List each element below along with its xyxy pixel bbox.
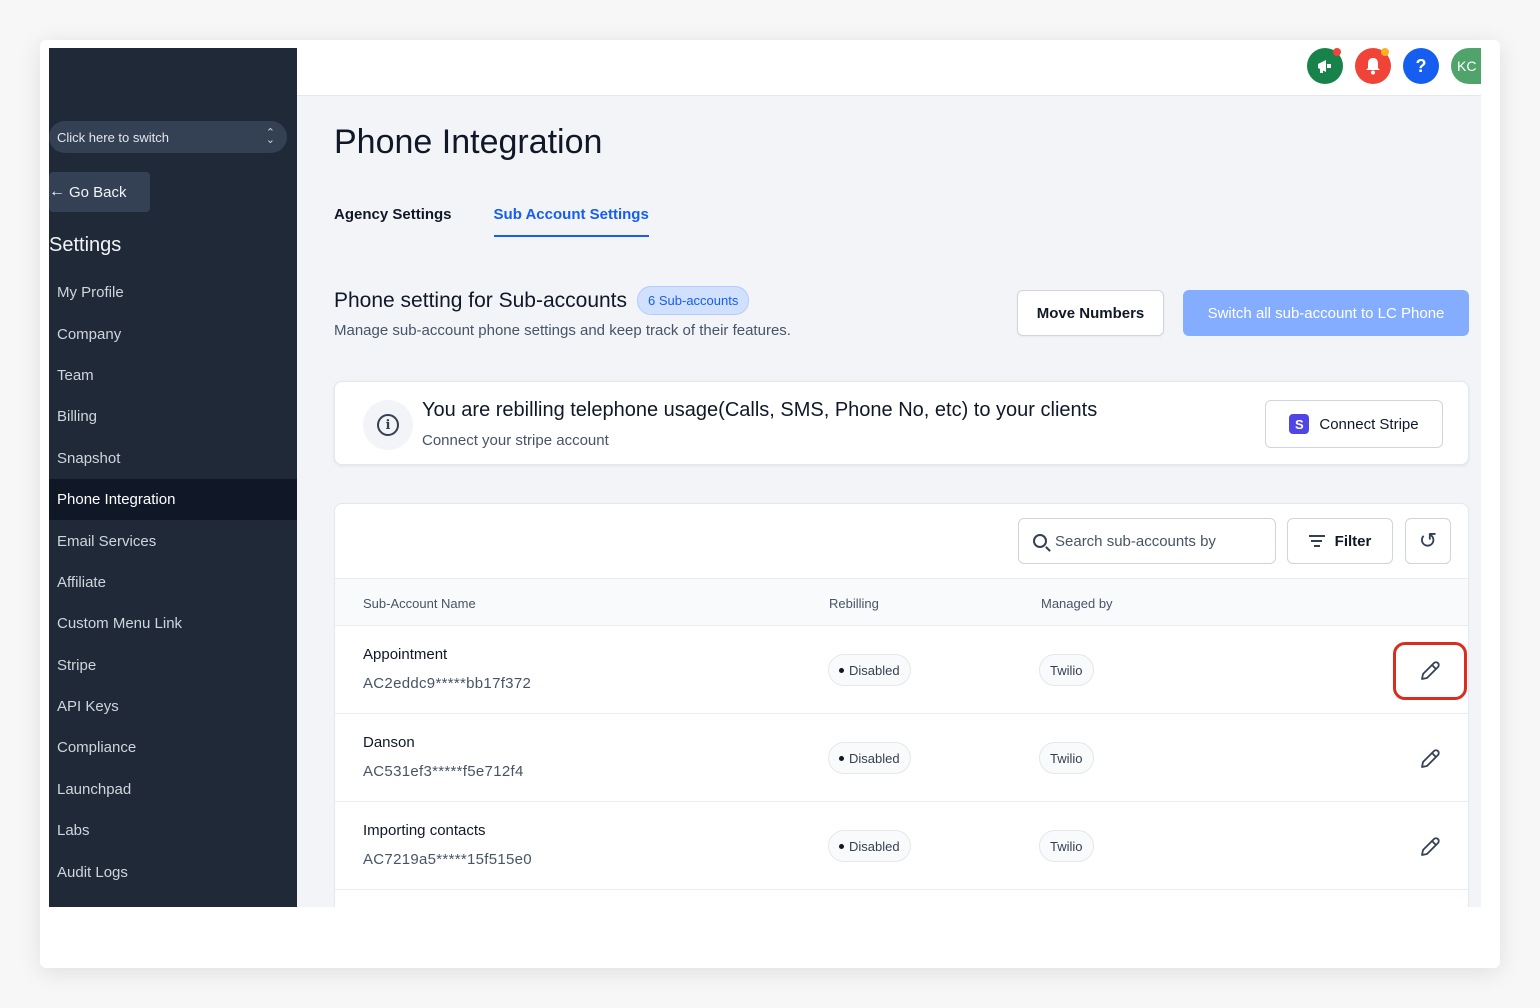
search-icon (1033, 534, 1047, 548)
pencil-icon (1421, 749, 1440, 768)
rebilling-status-badge: Disabled (828, 654, 911, 686)
table-row: Importing contacts AC7219a5*****15f515e0… (335, 802, 1468, 890)
tab-sub-account-settings[interactable]: Sub Account Settings (493, 206, 649, 237)
filter-button[interactable]: Filter (1287, 518, 1393, 564)
managed-by-badge: Twilio (1039, 830, 1094, 862)
bell-icon[interactable] (1355, 48, 1391, 84)
sidebar-item-email-services[interactable]: Email Services (49, 520, 297, 561)
arrow-left-icon: ← (49, 183, 65, 200)
go-back-button[interactable]: ← Go Back (49, 172, 150, 212)
go-back-label: Go Back (69, 183, 127, 201)
move-numbers-button[interactable]: Move Numbers (1017, 290, 1164, 336)
sidebar-item-phone-integration[interactable]: Phone Integration (49, 478, 297, 521)
chevron-up-down-icon: ⌃ ⌄ (265, 127, 275, 146)
rebilling-alert: i You are rebilling telephone usage(Call… (334, 381, 1469, 465)
sidebar-item-my-profile[interactable]: My Profile (49, 272, 297, 313)
sidebar-item-custom-menu-link[interactable]: Custom Menu Link (49, 603, 297, 644)
connect-stripe-button[interactable]: S Connect Stripe (1265, 400, 1443, 448)
topbar: ? KC (297, 48, 1481, 96)
app: Click here to switch ⌃ ⌄ ← Go Back Settin… (49, 48, 1481, 907)
rebilling-status-badge: Disabled (828, 830, 911, 862)
sidebar-item-snapshot[interactable]: Snapshot (49, 438, 297, 479)
account-switcher-label: Click here to switch (57, 129, 169, 145)
topbar-actions: ? KC (1307, 48, 1481, 84)
megaphone-icon[interactable] (1307, 48, 1343, 84)
alert-subtitle: Connect your stripe account (422, 432, 609, 449)
sub-accounts-table: Search sub-accounts by Filter ↺ Sub-Acco… (334, 503, 1469, 907)
column-header-name: Sub-Account Name (363, 596, 476, 611)
filter-icon (1308, 535, 1325, 547)
edit-button[interactable] (1393, 730, 1467, 788)
sidebar-item-company[interactable]: Company (49, 313, 297, 354)
pencil-icon (1421, 661, 1440, 680)
section-header: Phone setting for Sub-accounts 6 Sub-acc… (334, 286, 750, 315)
table-row: Danson AC531ef3*****f5e712f4 Disabled Tw… (335, 714, 1468, 802)
search-placeholder: Search sub-accounts by (1055, 532, 1216, 550)
rebilling-status-badge: Disabled (828, 742, 911, 774)
managed-by-badge: Twilio (1039, 742, 1094, 774)
sidebar-item-compliance[interactable]: Compliance (49, 727, 297, 768)
sidebar-item-affiliate[interactable]: Affiliate (49, 562, 297, 603)
sidebar-item-labs[interactable]: Labs (49, 810, 297, 851)
refresh-icon: ↺ (1418, 528, 1438, 553)
sub-account-sid: AC7219a5*****15f515e0 (363, 851, 532, 868)
column-header-managed-by: Managed by (1041, 596, 1113, 611)
refresh-button[interactable]: ↺ (1405, 518, 1451, 564)
tab-agency-settings[interactable]: Agency Settings (334, 206, 452, 237)
stripe-logo-icon: S (1289, 414, 1310, 434)
info-glyph: i (377, 414, 399, 436)
table-header: Sub-Account Name Rebilling Managed by (335, 578, 1468, 626)
settings-tabs: Agency Settings Sub Account Settings (334, 206, 649, 237)
sidebar-item-billing[interactable]: Billing (49, 396, 297, 437)
sidebar: Click here to switch ⌃ ⌄ ← Go Back Settin… (49, 48, 297, 907)
sub-account-name: Importing contacts (363, 822, 486, 839)
sub-account-name: Danson (363, 734, 415, 751)
page-title: Phone Integration (334, 123, 603, 161)
edit-button[interactable] (1393, 818, 1467, 876)
filter-label: Filter (1334, 532, 1372, 550)
sidebar-item-stripe[interactable]: Stripe (49, 645, 297, 686)
help-icon[interactable]: ? (1403, 48, 1439, 84)
alert-title: You are rebilling telephone usage(Calls,… (422, 399, 1098, 421)
search-input[interactable]: Search sub-accounts by (1018, 518, 1276, 564)
sidebar-item-team[interactable]: Team (49, 355, 297, 396)
sidebar-item-audit-logs[interactable]: Audit Logs (49, 851, 297, 892)
table-row: Appointment AC2eddc9*****bb17f372 Disabl… (335, 626, 1468, 714)
section-title: Phone setting for Sub-accounts (334, 288, 628, 312)
managed-by-badge: Twilio (1039, 654, 1094, 686)
sub-account-sid: AC2eddc9*****bb17f372 (363, 675, 532, 692)
sub-account-name: Appointment (363, 646, 448, 663)
avatar-initials: KC (1457, 58, 1477, 74)
sub-account-sid: AC531ef3*****f5e712f4 (363, 763, 524, 780)
sidebar-title: Settings (49, 234, 122, 256)
pencil-icon (1421, 837, 1440, 856)
help-glyph: ? (1415, 55, 1427, 76)
connect-stripe-label: Connect Stripe (1319, 415, 1419, 433)
column-header-rebilling: Rebilling (829, 596, 879, 611)
account-switcher[interactable]: Click here to switch ⌃ ⌄ (49, 121, 287, 153)
sidebar-item-launchpad[interactable]: Launchpad (49, 769, 297, 810)
settings-nav: My Profile Company Team Billing Snapshot… (49, 272, 297, 893)
switch-all-to-lc-phone-button[interactable]: Switch all sub-account to LC Phone (1183, 290, 1469, 336)
section-subtitle: Manage sub-account phone settings and ke… (334, 322, 791, 339)
sidebar-item-api-keys[interactable]: API Keys (49, 686, 297, 727)
avatar[interactable]: KC (1451, 48, 1481, 84)
edit-button[interactable] (1393, 642, 1467, 700)
info-icon: i (363, 400, 413, 450)
sub-account-count-badge: 6 Sub-accounts (637, 286, 750, 315)
